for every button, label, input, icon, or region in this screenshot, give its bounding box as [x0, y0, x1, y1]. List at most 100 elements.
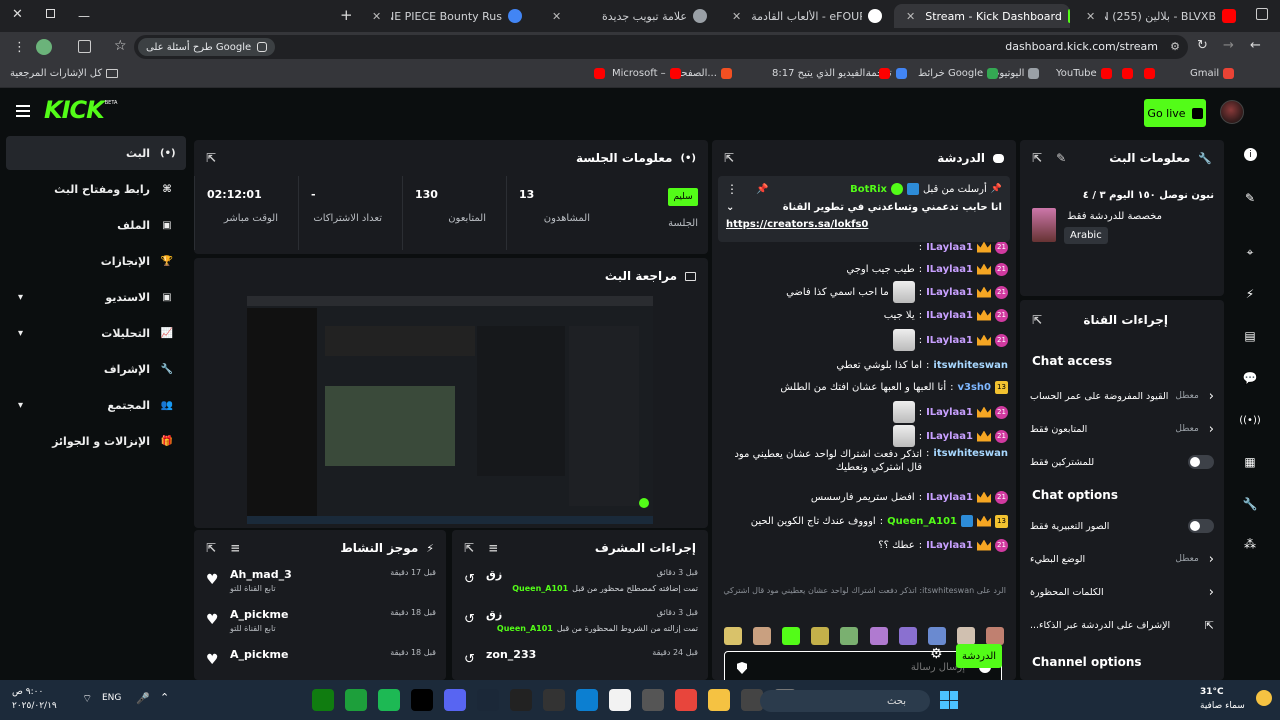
layout-icon[interactable]: ▦	[1240, 452, 1260, 472]
tab-efourgames[interactable]: ✕ الألعاب القادمة - eFOURgames	[720, 4, 890, 28]
chat-username[interactable]: ILaylaa1	[926, 407, 973, 418]
chat-settings-icon[interactable]: ⚙	[930, 646, 943, 662]
xbox-icon[interactable]	[312, 689, 334, 711]
forward-icon[interactable]: →	[1223, 38, 1234, 53]
tab-youtube[interactable]: ✕ BLVXB - بلالين BALALEEN (255)	[1074, 4, 1244, 28]
site-settings-icon[interactable]: ⚙	[1170, 40, 1180, 53]
bookmark-item[interactable]	[1140, 68, 1155, 79]
clock[interactable]: ٩:٠٠ ص ٢٠٢٥/٠٢/١٩	[12, 685, 57, 713]
sidebar-item[interactable]: ▾ الاستديو ▣	[6, 280, 186, 314]
chat-message[interactable]: 21 ILaylaa1:	[720, 328, 1008, 352]
emote-icon[interactable]	[724, 627, 742, 645]
close-window-icon[interactable]: ✕	[12, 7, 23, 22]
setting-row[interactable]: الوضع البطيء معطل ›	[1030, 547, 1214, 571]
chat-username[interactable]: itswhiteswan	[933, 360, 1008, 371]
discord-icon[interactable]	[444, 689, 466, 711]
bookmark-item[interactable]: 8:17 الفيديو الذي يتيح...	[772, 68, 890, 79]
setting-row[interactable]: للمشتركين فقط	[1030, 450, 1214, 474]
undo-icon[interactable]: ↺	[464, 612, 475, 627]
tab-kick-dashboard[interactable]: ✕ Stream - Kick Dashboard	[894, 4, 1070, 28]
chat-message[interactable]: 21 ILaylaa1:	[720, 400, 1008, 424]
sidebar-item[interactable]: الإشراف 🔧	[6, 352, 186, 386]
url-field[interactable]: طرح أسئلة على Google dashboard.kick.com/…	[134, 35, 1188, 59]
emote-icon[interactable]	[898, 627, 917, 645]
bookmark-item[interactable]	[590, 68, 605, 79]
sidebar-item[interactable]: رابط ومفتاح البث ⌘	[6, 172, 186, 206]
profile-icon[interactable]	[36, 39, 52, 55]
share-icon[interactable]: ⁂	[1240, 534, 1260, 554]
sidebar-item[interactable]: الإنزالات و الجوائز 🎁	[6, 424, 186, 458]
emote-icon[interactable]	[782, 627, 801, 645]
minimize-icon[interactable]: —	[78, 9, 90, 23]
chat-message[interactable]: 21 ILaylaa1:	[720, 424, 1008, 448]
chat-username[interactable]: ILaylaa1	[926, 242, 973, 253]
mod-action-by[interactable]: Queen_A101	[512, 584, 568, 593]
mod-action-item[interactable]: ↺ زق تمت إزالته من الشروط المحظورة من قبلQ…	[462, 608, 698, 646]
chat-message[interactable]: 21 ILaylaa1: عطك ؟؟	[720, 534, 1008, 556]
setting-row[interactable]: القيود المفروضة على عمر الحساب معطل ›	[1030, 384, 1214, 408]
chat-username[interactable]: ILaylaa1	[926, 264, 973, 275]
close-tab-icon[interactable]: ✕	[552, 10, 561, 23]
chat-username[interactable]: itswhiteswan	[933, 448, 1008, 459]
new-tab-icon[interactable]: +	[340, 6, 353, 24]
bookmark-item[interactable]: YouTube	[1056, 68, 1112, 79]
steam-icon[interactable]	[477, 689, 499, 711]
bookmark-item[interactable]: الصفحة...	[676, 68, 732, 79]
bookmark-item[interactable]: Gmail	[1190, 68, 1235, 79]
edit-icon[interactable]: ✎	[1056, 151, 1066, 165]
epic-icon[interactable]	[411, 689, 433, 711]
activity-item[interactable]: ♥ A_pickme تابع القناة للتو قبل 18 دقيقة	[204, 608, 436, 646]
pencil-icon[interactable]: ✎	[1240, 188, 1260, 208]
info-icon[interactable]: i	[1244, 148, 1257, 161]
shield-icon[interactable]	[737, 662, 747, 674]
avatar[interactable]	[1220, 100, 1244, 124]
chat-message[interactable]: 21 ILaylaa1: يلا جيب	[720, 304, 1008, 326]
restore-icon[interactable]	[46, 9, 55, 18]
bookmark-star-icon[interactable]: ☆	[114, 38, 127, 54]
chat-username[interactable]: ILaylaa1	[926, 492, 973, 503]
setting-control[interactable]: ›	[1199, 585, 1214, 600]
chat-username[interactable]: v3sh0	[957, 382, 991, 393]
nzxt-icon[interactable]	[510, 689, 532, 711]
chevron-down-icon[interactable]: ⌄	[726, 202, 734, 213]
chat-username[interactable]: ILaylaa1	[926, 431, 973, 442]
taskbar-search[interactable]: بحث	[760, 690, 930, 712]
sidebar-item[interactable]: ▾ المجتمع 👥	[6, 388, 186, 422]
chat-username[interactable]: ILaylaa1	[926, 287, 973, 298]
mod-action-item[interactable]: ↺ زق تمت إضافته كمصطلح محظور من قبل Queen_A…	[462, 568, 698, 606]
tab-new-tab[interactable]: ✕ علامة تبويب جديدة	[540, 4, 715, 28]
setting-control[interactable]: ⇱	[1195, 619, 1214, 632]
blender-icon[interactable]	[543, 689, 565, 711]
mic-icon[interactable]: 🎤	[136, 692, 150, 705]
chrome-icon[interactable]	[675, 689, 697, 711]
chat-username[interactable]: ILaylaa1	[926, 540, 973, 551]
edge-icon[interactable]	[576, 689, 598, 711]
undo-icon[interactable]: ↺	[464, 572, 475, 587]
popout-icon[interactable]: ⇱	[1032, 313, 1042, 327]
back-icon[interactable]: ←	[1250, 38, 1261, 53]
sidebar-item[interactable]: البث (•)	[6, 136, 186, 170]
hamburger-menu-icon[interactable]	[16, 105, 30, 117]
spotify-icon[interactable]	[378, 689, 400, 711]
cube-icon[interactable]	[642, 689, 664, 711]
tray-chevron-icon[interactable]: ⌃	[160, 691, 169, 704]
document-icon[interactable]: ▤	[1240, 326, 1260, 346]
language-indicator[interactable]: ENG	[102, 693, 121, 703]
popout-icon[interactable]: ⇱	[724, 151, 734, 165]
chat-message[interactable]: 21 ILaylaa1: طيب جيب اوجي	[720, 258, 1008, 280]
wifi-icon[interactable]: ⌔	[82, 692, 92, 706]
close-tab-icon[interactable]: ✕	[906, 10, 915, 23]
emote-icon[interactable]	[840, 627, 859, 645]
pinned-user[interactable]: BotRix	[850, 184, 887, 195]
explorer-icon[interactable]	[708, 689, 730, 711]
chat-message[interactable]: 21 ILaylaa1: افضل ستريمر فارسسس	[720, 486, 1008, 508]
sidebar-item[interactable]: الإنجازات 🏆	[6, 244, 186, 278]
mod-target[interactable]: زق	[486, 608, 502, 621]
setting-control[interactable]	[1178, 519, 1214, 533]
emote-icon[interactable]	[753, 627, 772, 645]
popout-icon[interactable]: ⇱	[1032, 151, 1042, 165]
activity-item[interactable]: ♥ Ah_mad_3 تابع القناة للتو قبل 17 دقيقة	[204, 568, 436, 606]
bolt-icon[interactable]: ⚡	[1240, 284, 1260, 304]
setting-row[interactable]: الصور التعبيرية فقط	[1030, 514, 1214, 538]
chat-message[interactable]: 21 ILaylaa1: ما احب اسمي كذا فاضي	[720, 280, 1008, 304]
